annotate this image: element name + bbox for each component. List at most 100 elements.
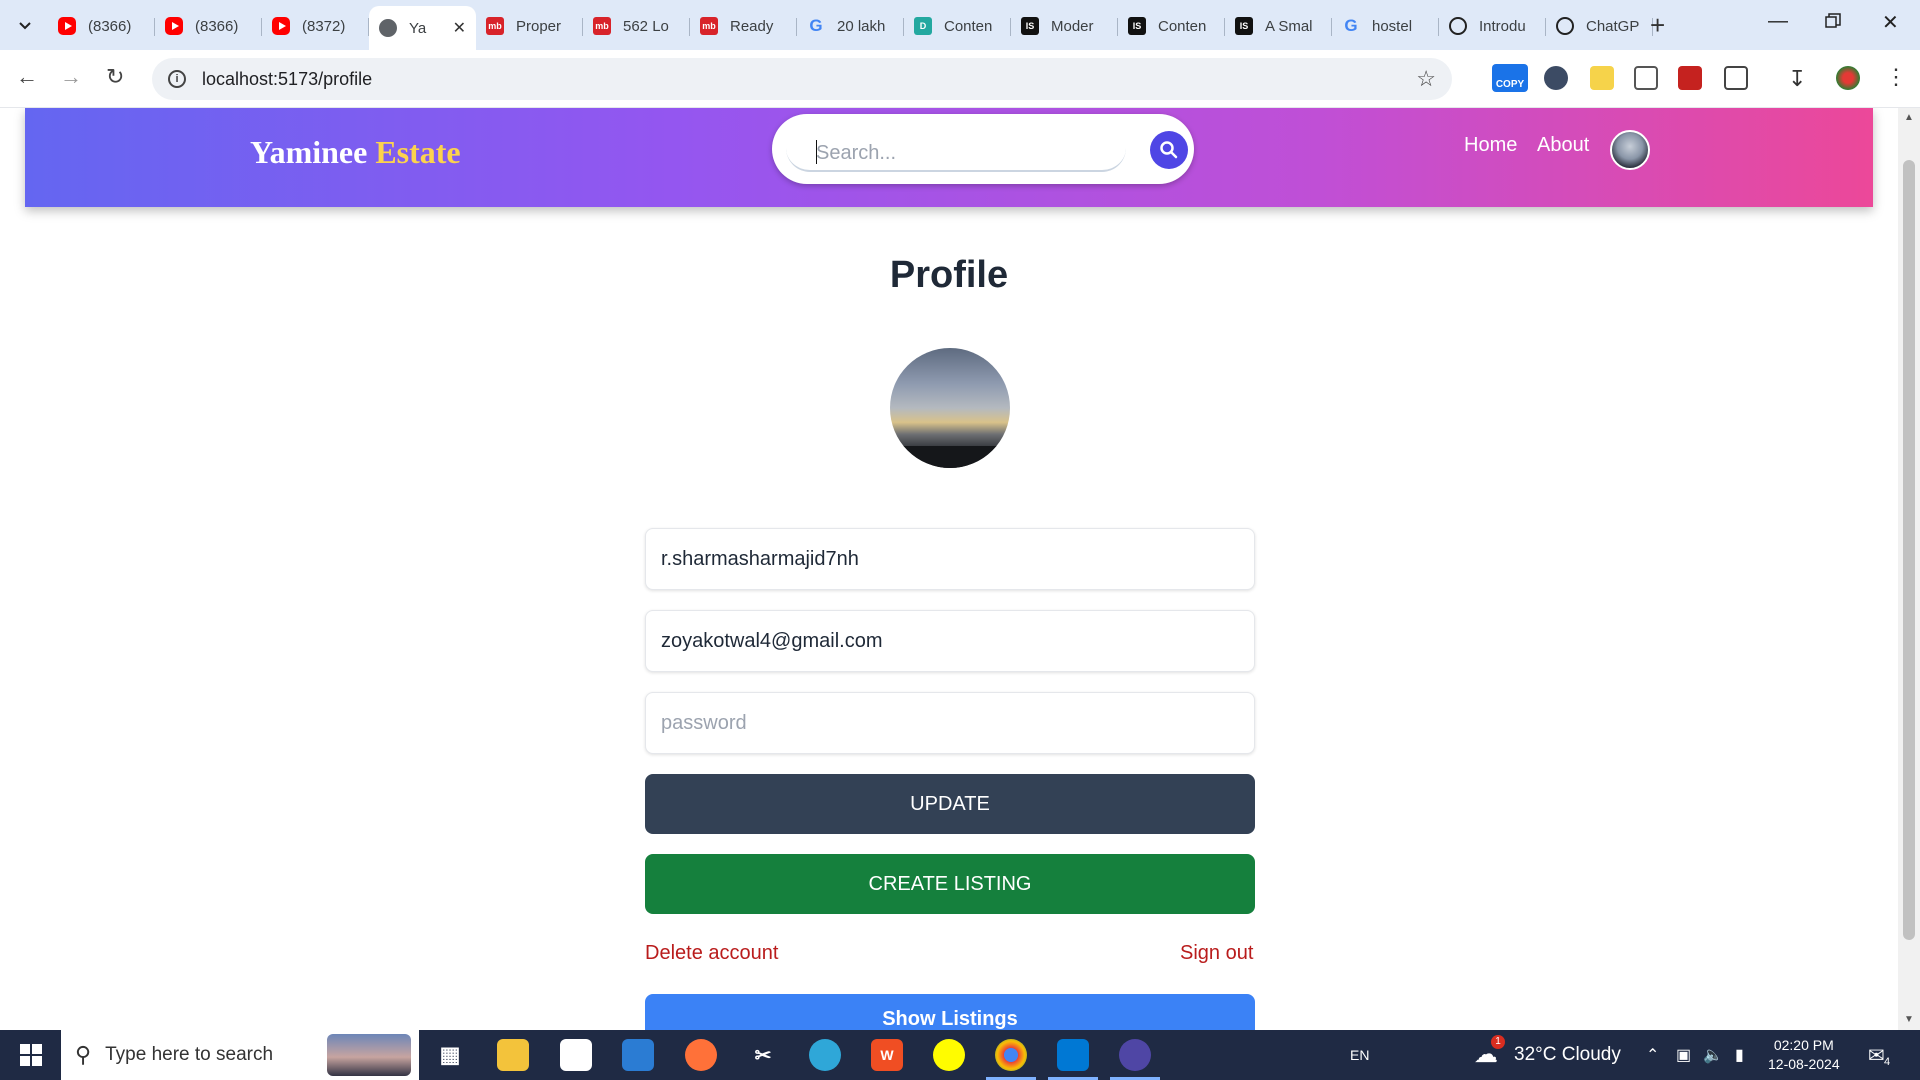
sign-out-link[interactable]: Sign out xyxy=(1180,942,1253,965)
tab-active[interactable]: Ya ✕ xyxy=(369,6,476,50)
firefox-icon[interactable] xyxy=(685,1039,717,1071)
snapchat-icon[interactable] xyxy=(933,1039,965,1071)
tab-title: Moder xyxy=(1051,17,1094,35)
vscode-icon[interactable] xyxy=(1048,1039,1098,1080)
battery-icon[interactable]: ▮ xyxy=(1735,1045,1744,1065)
tab[interactable]: IS A Smal xyxy=(1225,6,1332,46)
clock-time: 02:20 PM xyxy=(1773,1037,1834,1053)
scroll-down-arrow-icon[interactable]: ▼ xyxy=(1904,1014,1914,1025)
nav-about-link[interactable]: About xyxy=(1537,134,1589,157)
nav-home-link[interactable]: Home xyxy=(1464,134,1517,157)
browser-tab-strip: (8366) (8366) (8372) Ya ✕ mb Proper mb 562 Lo mb R… xyxy=(0,0,1920,50)
snipping-tool-icon[interactable]: ✂ xyxy=(747,1039,779,1071)
chrome-icon[interactable] xyxy=(986,1039,1036,1080)
system-clock[interactable]: 02:20 PM 12-08-2024 xyxy=(1768,1036,1840,1074)
email-input[interactable] xyxy=(661,629,1239,653)
tab[interactable]: Ghostel xyxy=(1332,6,1439,46)
username-input[interactable] xyxy=(661,547,1239,571)
delete-account-link[interactable]: Delete account xyxy=(645,942,778,965)
tab[interactable]: mb Ready xyxy=(690,6,797,46)
tab[interactable]: (8372) xyxy=(262,6,369,46)
forward-button[interactable]: → xyxy=(60,64,82,90)
password-input[interactable] xyxy=(661,711,1239,735)
brand-name-first: Yaminee xyxy=(250,134,368,170)
back-button[interactable]: ← xyxy=(16,64,38,90)
tab-title: Conten xyxy=(1158,17,1207,35)
address-bar[interactable]: i localhost:5173/profile ☆ xyxy=(152,58,1452,100)
extensions-puzzle-icon[interactable] xyxy=(1724,66,1748,90)
app-icon[interactable] xyxy=(1110,1039,1160,1080)
password-field[interactable] xyxy=(645,692,1255,754)
tab[interactable]: Introdu xyxy=(1439,6,1546,46)
new-tab-button[interactable]: + xyxy=(1650,10,1665,41)
update-button[interactable]: UPDATE xyxy=(645,774,1255,834)
is-icon: IS xyxy=(1128,17,1146,35)
d-icon: D xyxy=(914,17,932,35)
brand-logo[interactable]: Yaminee Estate xyxy=(250,134,461,171)
tab[interactable]: mb 562 Lo xyxy=(583,6,690,46)
close-tab-icon[interactable]: ✕ xyxy=(453,18,466,38)
scroll-up-arrow-icon[interactable]: ▲ xyxy=(1904,112,1914,123)
profile-avatar[interactable] xyxy=(890,348,1010,468)
tab[interactable]: D Conten xyxy=(904,6,1011,46)
search-input[interactable] xyxy=(816,138,1116,168)
reload-button[interactable]: ↻ xyxy=(106,64,124,90)
minimize-window-button[interactable]: — xyxy=(1768,10,1788,33)
tab[interactable]: G 20 lakh xyxy=(797,6,904,46)
site-info-icon[interactable]: i xyxy=(168,70,186,88)
tab[interactable]: ChatGP xyxy=(1546,6,1653,46)
tab-title: Ya xyxy=(409,19,427,37)
tab[interactable]: (8366) xyxy=(48,6,155,46)
pdf-extension-icon[interactable] xyxy=(1678,66,1702,90)
email-field[interactable] xyxy=(645,610,1255,672)
mail-icon[interactable] xyxy=(622,1039,654,1071)
downloads-icon[interactable]: ↧ xyxy=(1788,66,1812,91)
wps-office-icon[interactable]: W xyxy=(871,1039,903,1071)
tab[interactable]: (8366) xyxy=(155,6,262,46)
address-url[interactable]: localhost:5173/profile xyxy=(202,69,372,90)
tab-search-button[interactable] xyxy=(12,12,38,38)
google-icon: G xyxy=(1344,16,1358,35)
create-listing-button[interactable]: CREATE LISTING xyxy=(645,854,1255,914)
tab-title: (8366) xyxy=(88,17,132,35)
weather-text[interactable]: 32°C Cloudy xyxy=(1514,1044,1621,1066)
copy-text-extension-icon[interactable] xyxy=(1634,66,1658,90)
profile-avatar-icon[interactable] xyxy=(1836,66,1860,90)
tab[interactable]: IS Conten xyxy=(1118,6,1225,46)
meet-now-icon[interactable]: ▣ xyxy=(1676,1045,1691,1065)
copy-extension-icon[interactable]: COPY xyxy=(1492,64,1528,92)
page-scrollbar[interactable]: ▲ ▼ xyxy=(1898,108,1920,1030)
youtube-icon xyxy=(272,17,290,35)
tab-title: A Smal xyxy=(1265,17,1313,35)
search-icon: ⚲ xyxy=(75,1042,92,1067)
bookmark-star-icon[interactable]: ☆ xyxy=(1416,66,1436,92)
windows-start-button[interactable] xyxy=(20,1044,42,1066)
username-field[interactable] xyxy=(645,528,1255,590)
show-hidden-icons-icon[interactable]: ⌃ xyxy=(1646,1045,1659,1065)
cursor-extension-icon[interactable] xyxy=(1544,66,1568,90)
show-listings-button[interactable]: Show Listings xyxy=(645,994,1255,1030)
tab[interactable]: IS Moder xyxy=(1011,6,1118,46)
header-profile-avatar[interactable] xyxy=(1610,130,1650,170)
page-title: Profile xyxy=(889,254,1009,296)
volume-icon[interactable]: 🔈 xyxy=(1703,1045,1723,1065)
file-explorer-icon[interactable] xyxy=(497,1039,529,1071)
browser-menu-icon[interactable]: ⋮ xyxy=(1884,66,1908,90)
highlighter-extension-icon[interactable] xyxy=(1590,66,1614,90)
tab[interactable]: mb Proper xyxy=(476,6,583,46)
edge-icon[interactable] xyxy=(809,1039,841,1071)
youtube-icon xyxy=(58,17,76,35)
weather-badge: 1 xyxy=(1491,1035,1505,1049)
close-window-button[interactable]: ✕ xyxy=(1882,10,1899,35)
task-view-icon[interactable]: ▦ xyxy=(434,1039,466,1071)
microsoft-store-icon[interactable] xyxy=(560,1039,592,1071)
language-indicator[interactable]: EN xyxy=(1350,1047,1369,1063)
taskbar-search-box[interactable]: ⚲ Type here to search xyxy=(61,1030,419,1080)
text-caret xyxy=(816,140,817,164)
restore-window-button[interactable] xyxy=(1825,12,1841,35)
tab-title: Proper xyxy=(516,17,562,35)
clock-date: 12-08-2024 xyxy=(1768,1056,1840,1072)
search-button[interactable] xyxy=(1150,131,1188,169)
notifications-icon[interactable]: ✉ xyxy=(1868,1043,1885,1068)
scrollbar-thumb[interactable] xyxy=(1903,160,1915,940)
